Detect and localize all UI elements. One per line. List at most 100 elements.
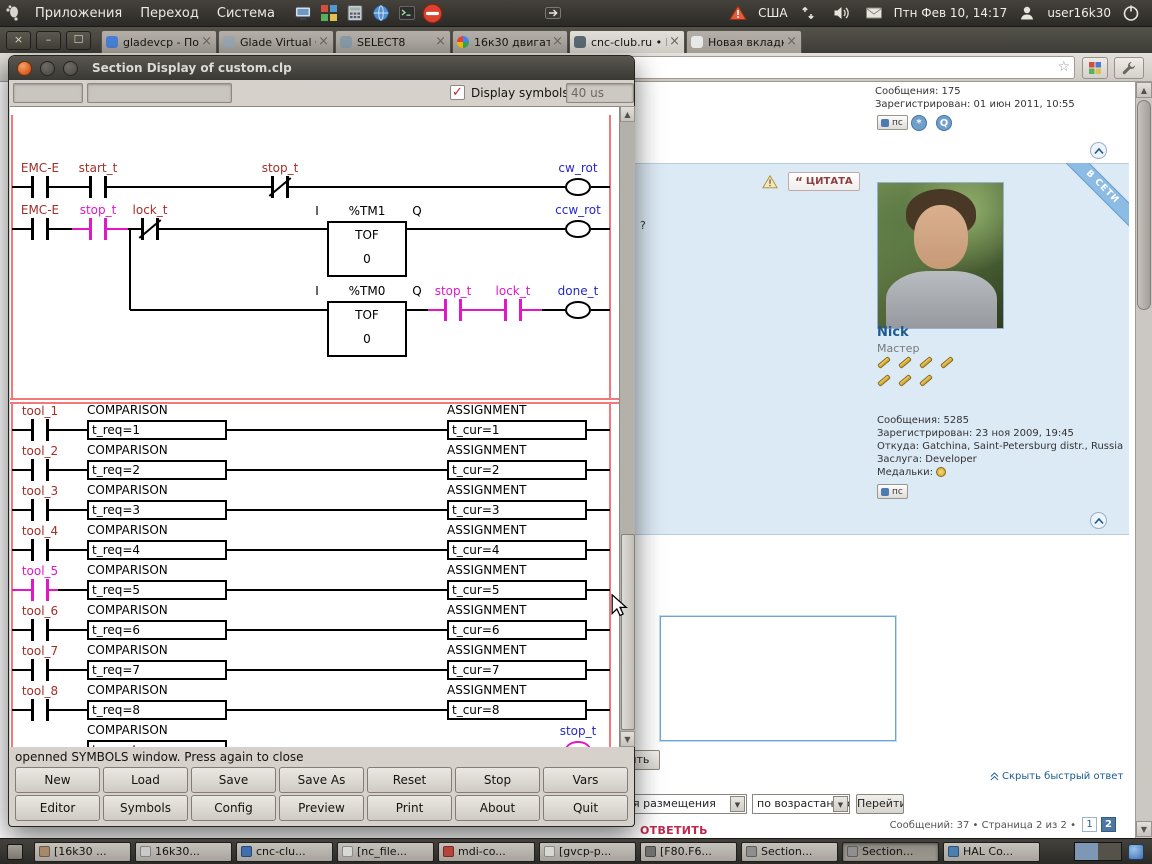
power-icon[interactable] xyxy=(1120,2,1142,24)
notification-icon[interactable] xyxy=(1128,843,1144,860)
calculator-icon[interactable] xyxy=(344,2,366,24)
taskbar-window-button[interactable]: cnc-clu... xyxy=(236,841,333,862)
window-close-button[interactable] xyxy=(17,60,32,76)
window-minimize-button[interactable]: – xyxy=(36,31,61,50)
section-combo-field[interactable] xyxy=(13,83,83,103)
window-maximize-button[interactable] xyxy=(63,60,78,76)
tab-close-button[interactable]: × xyxy=(435,35,446,48)
warning-icon[interactable] xyxy=(727,2,749,24)
ladder-button-about[interactable]: About xyxy=(455,795,540,821)
window-titlebar[interactable]: Section Display of custom.clp xyxy=(9,56,634,80)
browser-tab[interactable]: cnc-club.ru • Прос× xyxy=(569,30,685,53)
pm-badge[interactable]: пс xyxy=(877,115,908,130)
taskbar-window-button[interactable]: [F80.F6... xyxy=(640,841,737,862)
ladder-button-load[interactable]: Load xyxy=(103,767,188,793)
quote-button[interactable]: “ЦИТАТА xyxy=(788,172,860,191)
volume-icon[interactable] xyxy=(830,2,852,24)
poster-username-link[interactable]: Nick xyxy=(877,325,909,340)
quick-reply-textarea[interactable] xyxy=(659,615,897,742)
menu-system[interactable]: Система xyxy=(208,0,284,26)
scrollbar-thumb[interactable] xyxy=(1137,100,1151,310)
globe-icon[interactable] xyxy=(370,2,392,24)
workspace-1[interactable] xyxy=(1075,843,1098,860)
window-switcher-icon[interactable] xyxy=(542,2,564,24)
tab-close-button[interactable]: × xyxy=(201,35,212,48)
contact-gap xyxy=(34,668,46,672)
go-button[interactable]: Перейти xyxy=(856,794,904,814)
tab-close-button[interactable]: × xyxy=(786,35,797,48)
window-minimize-button[interactable] xyxy=(40,60,55,76)
taskbar-window-button[interactable]: 16k30... xyxy=(135,841,232,862)
taskbar-window-button[interactable]: Section... xyxy=(842,841,939,862)
scroll-up-arrow[interactable]: ▲ xyxy=(620,106,635,122)
tab-close-button[interactable]: × xyxy=(318,35,329,48)
browser-tab[interactable]: Glade Virtual Contr× xyxy=(218,30,334,53)
sort-field-select[interactable]: я размещения ▼ xyxy=(628,794,747,814)
q-badge[interactable]: Q xyxy=(936,115,952,131)
contact-label: stop_t xyxy=(261,161,299,175)
ladder-button-editor[interactable]: Editor xyxy=(15,795,100,821)
username-indicator[interactable]: user16k30 xyxy=(1047,6,1111,20)
show-desktop-icon[interactable] xyxy=(7,843,23,860)
report-post-icon[interactable] xyxy=(762,174,778,194)
tab-close-button[interactable]: × xyxy=(552,35,563,48)
extension-button[interactable] xyxy=(1082,57,1108,79)
ladder-button-print[interactable]: Print xyxy=(367,795,452,821)
keyboard-layout-indicator[interactable]: США xyxy=(758,6,787,20)
scroll-top-button[interactable] xyxy=(1090,512,1107,529)
bookmark-star-icon[interactable]: ☆ xyxy=(1057,59,1070,75)
ladder-button-preview[interactable]: Preview xyxy=(279,795,364,821)
pm-badge[interactable]: пс xyxy=(877,484,908,499)
browser-tab[interactable]: gladevcp - Поиск в× xyxy=(101,30,217,53)
tab-close-button[interactable]: × xyxy=(669,35,680,48)
taskbar-window-button[interactable]: [nc_file... xyxy=(337,841,434,862)
browser-tab[interactable]: 16к30 двигатель× xyxy=(452,30,568,53)
ladder-button-quit[interactable]: Quit xyxy=(543,795,628,821)
sort-direction-select[interactable]: по возрастанию ▼ xyxy=(752,794,850,814)
scroll-up-arrow[interactable]: ▲ xyxy=(1136,82,1152,98)
scroll-top-button[interactable] xyxy=(1090,142,1107,159)
taskbar-window-button[interactable]: [16k30 ... xyxy=(34,841,131,862)
blocked-icon[interactable] xyxy=(422,2,444,24)
page-link-1[interactable]: 1 xyxy=(1082,817,1097,832)
palette-icon[interactable] xyxy=(318,2,340,24)
ladder-button-reset[interactable]: Reset xyxy=(367,767,452,793)
workspace-2[interactable] xyxy=(1098,843,1121,860)
taskbar-window-button[interactable]: Section... xyxy=(741,841,838,862)
ladder-button-save[interactable]: Save xyxy=(191,767,276,793)
tools-menu-button[interactable] xyxy=(1114,57,1144,79)
terminal-icon[interactable] xyxy=(396,2,418,24)
screenshot-icon[interactable] xyxy=(292,2,314,24)
ladder-button-symbols[interactable]: Symbols xyxy=(103,795,188,821)
section-name-field[interactable] xyxy=(87,83,232,103)
snowflake-badge[interactable]: * xyxy=(911,115,927,131)
taskbar-window-button[interactable]: HAL Co... xyxy=(943,841,1040,862)
scan-time-field[interactable]: 40 us xyxy=(566,83,634,103)
distro-logo-icon[interactable] xyxy=(2,2,24,24)
mail-icon[interactable] xyxy=(863,2,885,24)
menu-applications[interactable]: Приложения xyxy=(26,0,131,26)
updown-arrows-icon[interactable] xyxy=(797,2,819,24)
ladder-button-new[interactable]: New xyxy=(15,767,100,793)
scrollbar-thumb[interactable] xyxy=(621,534,635,730)
menu-places[interactable]: Переход xyxy=(131,0,208,26)
hide-quick-reply-link[interactable]: Скрыть быстрый ответ xyxy=(990,771,1123,782)
taskbar-window-button[interactable]: mdi-co... xyxy=(438,841,535,862)
window-maximize-button[interactable]: ☐ xyxy=(66,31,91,50)
ladder-button-config[interactable]: Config xyxy=(191,795,276,821)
scroll-down-arrow[interactable]: ▼ xyxy=(1136,821,1152,837)
browser-tab[interactable]: SELECT8 × xyxy=(335,30,451,53)
ladder-button-save-as[interactable]: Save As xyxy=(279,767,364,793)
browser-tab[interactable]: Новая вкладка× xyxy=(686,30,802,53)
ladder-button-vars[interactable]: Vars xyxy=(543,767,628,793)
ladder-scrollbar[interactable]: ▲ ▼ xyxy=(619,106,635,747)
ladder-button-stop[interactable]: Stop xyxy=(455,767,540,793)
browser-scrollbar[interactable]: ▲ ▼ xyxy=(1135,82,1152,838)
window-close-button[interactable]: × xyxy=(6,31,31,50)
taskbar-window-button[interactable]: [gvcp-p... xyxy=(539,841,636,862)
scroll-down-arrow[interactable]: ▼ xyxy=(620,731,635,747)
display-symbols-checkbox[interactable]: ✓ xyxy=(450,85,465,100)
post-reply-button[interactable]: ОТВЕТИТЬ xyxy=(640,824,708,837)
clock[interactable]: Птн Фев 10, 14:17 xyxy=(894,6,1008,20)
workspace-switcher[interactable] xyxy=(1074,842,1122,861)
